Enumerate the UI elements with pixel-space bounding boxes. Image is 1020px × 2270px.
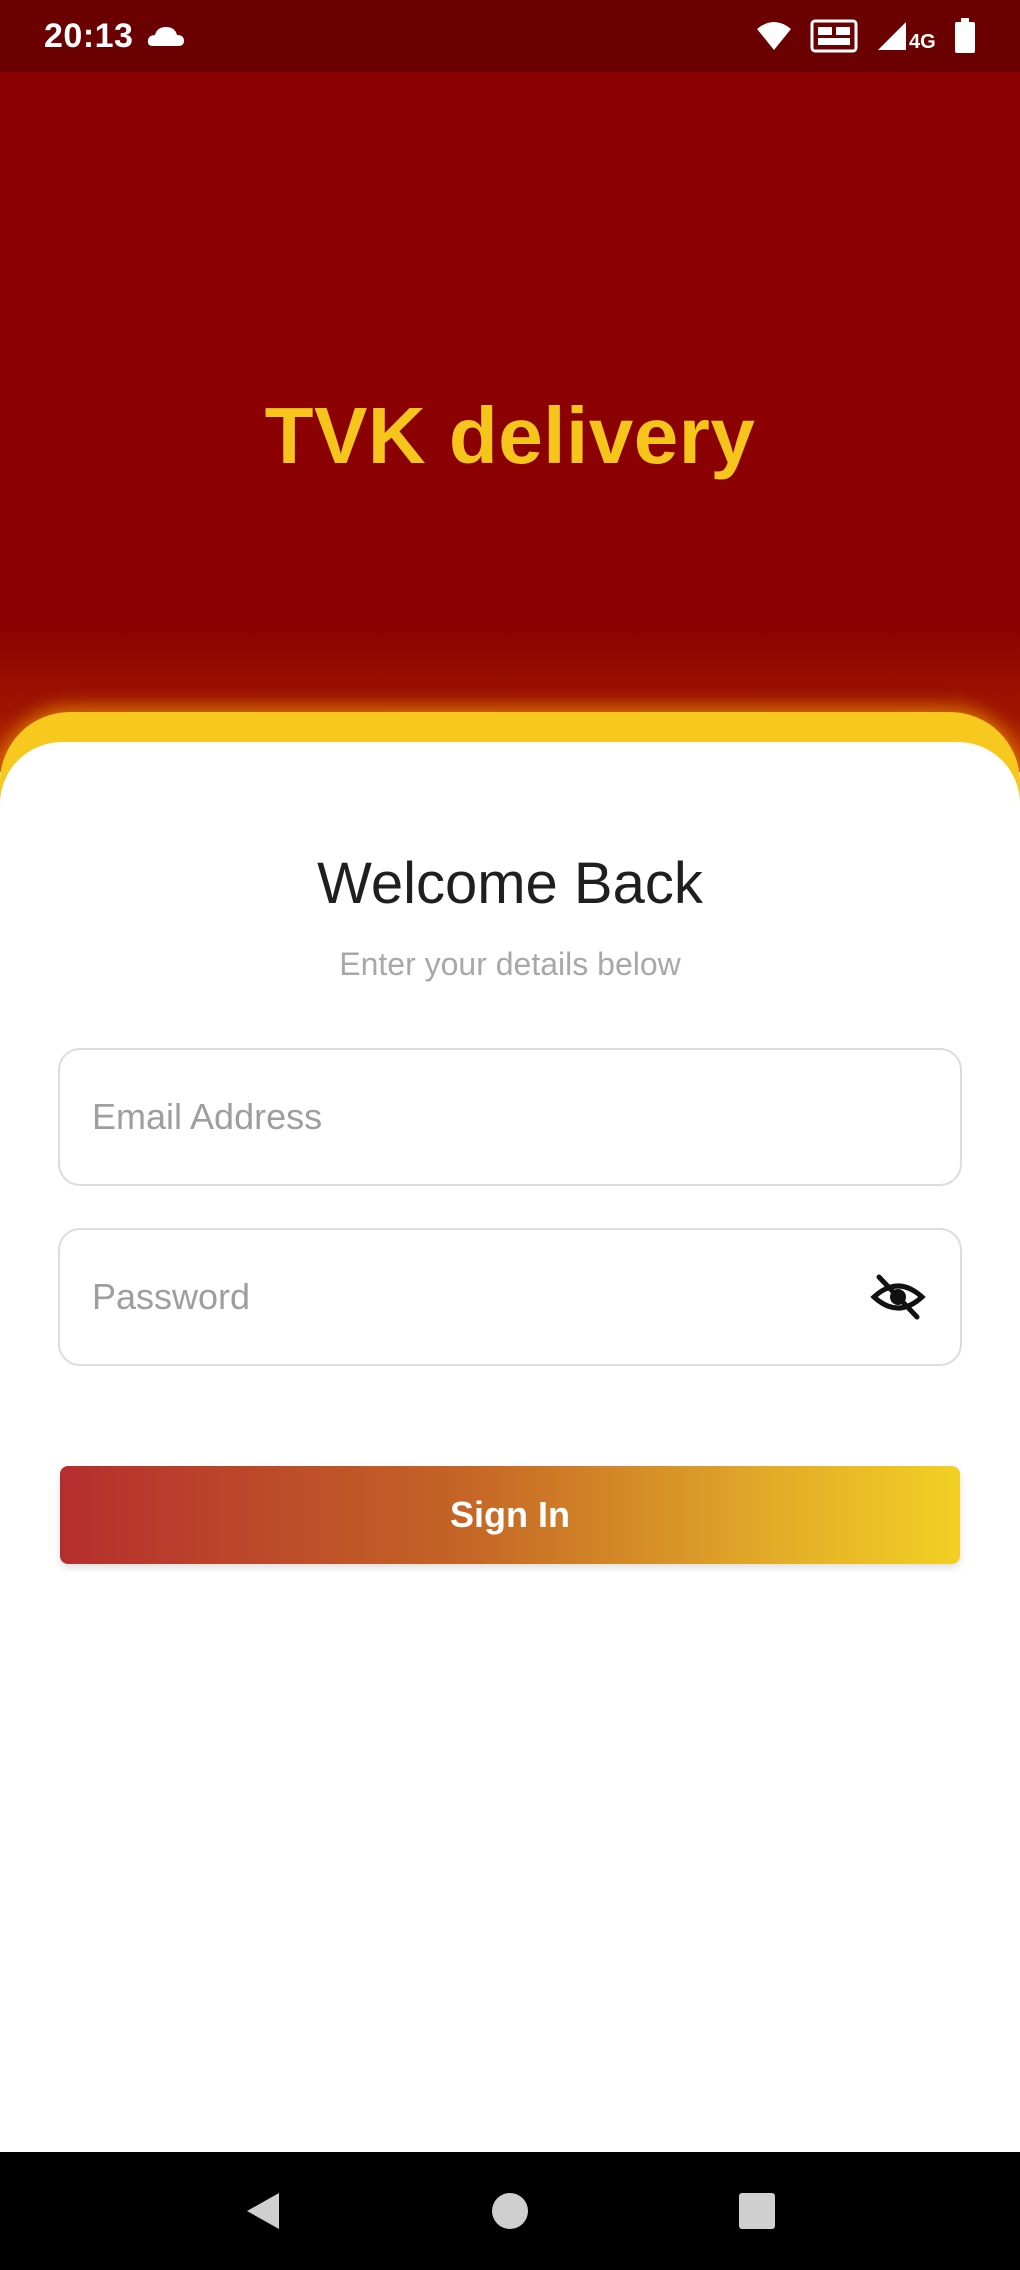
signal-icon: 4G — [876, 20, 936, 52]
status-left: 20:13 — [44, 17, 185, 56]
sign-in-button[interactable]: Sign In — [60, 1466, 960, 1564]
back-icon[interactable] — [236, 2184, 290, 2238]
status-bar: 20:13 4G — [0, 0, 1020, 72]
battery-icon — [954, 18, 976, 54]
app-title: TVK delivery — [264, 391, 756, 480]
email-field[interactable] — [58, 1048, 962, 1186]
login-subtitle: Enter your details below — [339, 946, 681, 982]
password-input[interactable] — [90, 1230, 866, 1364]
recents-icon[interactable] — [730, 2184, 784, 2238]
email-input[interactable] — [90, 1050, 930, 1184]
navigation-bar — [0, 2152, 1020, 2270]
eye-off-icon[interactable] — [866, 1265, 930, 1329]
status-right: 4G — [756, 18, 976, 54]
home-icon[interactable] — [483, 2184, 537, 2238]
svg-text:4G: 4G — [909, 31, 936, 52]
cloud-icon — [147, 24, 185, 48]
welcome-title: Welcome Back — [317, 851, 703, 916]
wifi-icon — [756, 21, 792, 51]
password-field[interactable] — [58, 1228, 962, 1366]
login-screen: 20:13 4G TVK delivery Welcome Back Enter… — [0, 0, 1020, 2270]
status-time: 20:13 — [44, 16, 134, 55]
sim-card-icon — [810, 19, 858, 53]
